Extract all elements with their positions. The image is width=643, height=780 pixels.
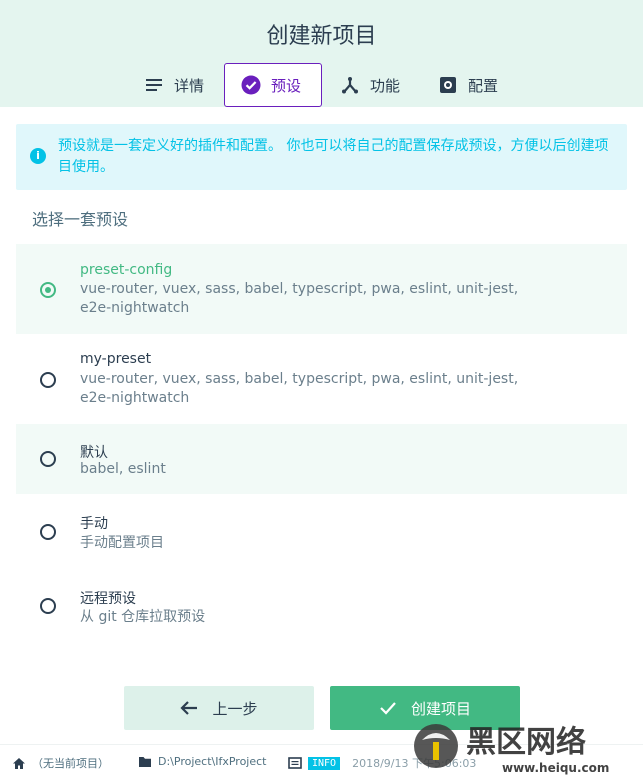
radio-icon[interactable] [40, 451, 56, 467]
watermark-url: www.heiqu.com [502, 761, 609, 775]
preset-item-manual[interactable]: 手动 手动配置项目 [16, 496, 627, 568]
tab-details[interactable]: 详情 [144, 63, 204, 107]
preset-name: 默认 [80, 445, 108, 461]
gear-icon [438, 75, 458, 95]
tab-features-label: 功能 [370, 76, 401, 95]
preset-item-default[interactable]: 默认 babel, eslint [16, 424, 627, 494]
arrow-left-icon [180, 700, 198, 716]
preset-name: my-preset [80, 351, 152, 367]
list-icon [144, 75, 164, 95]
home-icon [12, 757, 26, 770]
page-title: 创建新项目 [266, 24, 377, 49]
message-icon [288, 757, 302, 769]
check-icon [379, 700, 397, 716]
info-banner: i 预设就是一套定义好的插件和配置。 你也可以将自己的配置保存成预设，方便以后创… [16, 124, 627, 190]
preset-name: 手动 [80, 516, 108, 532]
preset-name: preset-config [80, 262, 173, 278]
preset-item-remote[interactable]: 远程预设 从 git 仓库拉取预设 [16, 570, 627, 642]
preset-item-preset-config[interactable]: preset-config vue-router, vuex, sass, ba… [16, 244, 627, 334]
info-text: 预设就是一套定义好的插件和配置。 你也可以将自己的配置保存成预设，方便以后创建项… [58, 138, 609, 175]
radio-icon[interactable] [40, 524, 56, 540]
info-icon: i [30, 148, 46, 164]
watermark-text: 黑区网络 [466, 725, 586, 760]
preset-desc: vue-router, vuex, sass, babel, typescrip… [80, 281, 519, 316]
folder-icon [138, 756, 152, 768]
tab-config-label: 配置 [468, 76, 499, 95]
preset-desc: 手动配置项目 [80, 535, 164, 551]
project-path-text: D:\Project\IfxProject [158, 755, 267, 768]
check-circle-icon [241, 75, 261, 95]
page-header: 创建新项目 详情 预设 功能 配置 [0, 0, 643, 107]
previous-button-label: 上一步 [212, 699, 258, 718]
preset-desc: vue-router, vuex, sass, babel, typescrip… [80, 371, 519, 406]
log-level-badge: INFO [308, 756, 341, 770]
tab-features[interactable]: 功能 [340, 63, 400, 107]
previous-button[interactable]: 上一步 [124, 686, 314, 730]
radio-icon[interactable] [40, 598, 56, 614]
radio-checked-icon[interactable] [40, 282, 56, 298]
step-tabs: 详情 预设 功能 配置 [0, 63, 643, 107]
watermark: 黑区网络 www.heiqu.com [408, 716, 638, 776]
tab-presets-label: 预设 [271, 76, 302, 95]
status-home[interactable]: （无当前项目） [12, 755, 109, 771]
preset-desc: babel, eslint [80, 461, 166, 477]
tab-config[interactable]: 配置 [438, 63, 498, 107]
current-project-text: （无当前项目） [32, 757, 109, 770]
fork-icon [340, 75, 360, 95]
section-label: 选择一套预设 [32, 210, 129, 229]
tab-presets[interactable]: 预设 [224, 63, 322, 107]
preset-item-my-preset[interactable]: my-preset vue-router, vuex, sass, babel,… [16, 334, 627, 422]
preset-desc: 从 git 仓库拉取预设 [80, 609, 206, 625]
preset-name: 远程预设 [80, 591, 136, 607]
radio-icon[interactable] [40, 372, 56, 388]
status-path[interactable]: D:\Project\IfxProject [138, 755, 267, 768]
tab-details-label: 详情 [174, 76, 205, 95]
